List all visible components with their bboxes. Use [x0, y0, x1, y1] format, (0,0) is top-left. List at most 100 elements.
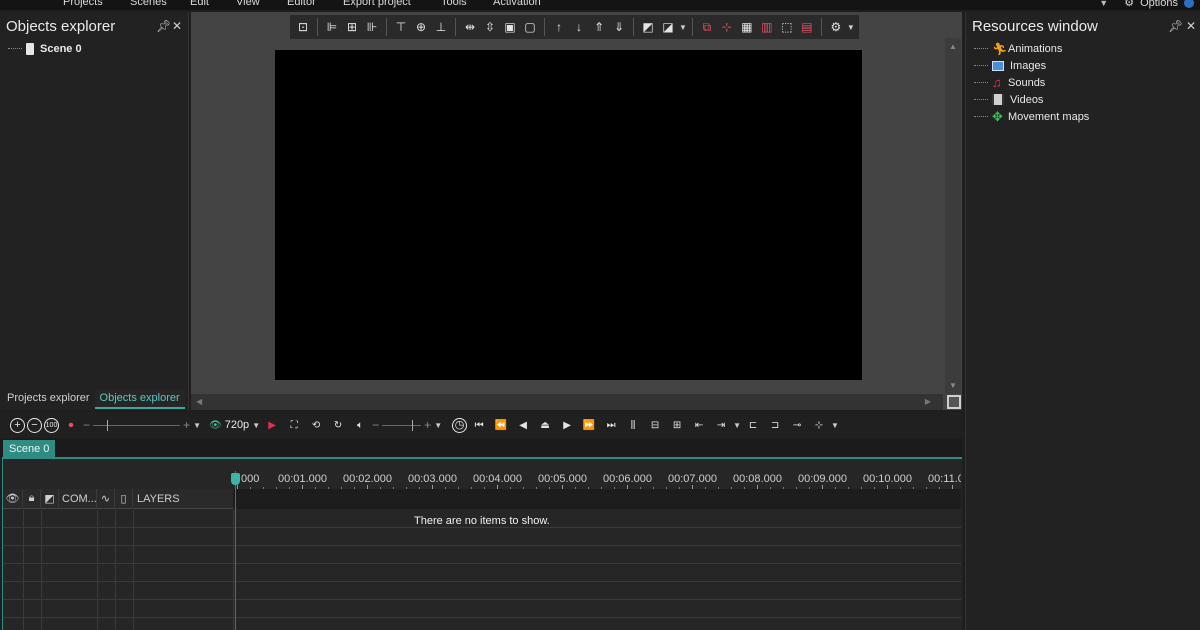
record-icon[interactable]: ⏺ — [61, 415, 81, 435]
menu-view[interactable]: View — [236, 0, 260, 8]
dropdown-icon[interactable]: ▼ — [831, 421, 839, 430]
time-ruler[interactable]: 000 00:01.000 00:02.000 00:03.000 00:04.000 0… — [233, 469, 961, 491]
align-bottom-icon[interactable]: ⊥ — [432, 18, 450, 36]
align-center-icon[interactable]: ⊞ — [343, 18, 361, 36]
rewind-icon[interactable]: ⏪ — [491, 415, 511, 435]
go-to-start-icon[interactable]: ⏮ — [469, 415, 489, 435]
slider-thumb[interactable] — [107, 419, 109, 431]
tree-item-animations[interactable]: 🏃︎ Animations — [974, 40, 1200, 57]
snap-objects-icon[interactable]: ⧉ — [698, 18, 716, 36]
scene-canvas[interactable] — [275, 50, 862, 380]
marker-in-icon[interactable]: ⇤ — [689, 415, 709, 435]
dropdown-icon[interactable]: ▼ — [1099, 0, 1108, 8]
add-icon[interactable]: + — [10, 417, 25, 433]
tree-item-sounds[interactable]: ♫ Sounds — [974, 74, 1200, 91]
menu-scenes[interactable]: Scenes — [130, 0, 167, 8]
split-icon[interactable]: ⫼ — [623, 415, 643, 435]
play-preview-icon[interactable]: ▶ — [262, 415, 282, 435]
horizontal-scrollbar[interactable]: ◀ ▶ — [191, 394, 943, 410]
expand-icon[interactable]: ⊹ — [809, 415, 829, 435]
trim-icon[interactable]: ⊟ — [645, 415, 665, 435]
same-width-icon[interactable]: ▣ — [501, 18, 519, 36]
dropdown-icon[interactable]: ▼ — [847, 23, 855, 32]
bounds-icon[interactable]: ⬚ — [778, 18, 796, 36]
com-header[interactable]: COM... — [59, 488, 97, 509]
gear-icon[interactable]: ⚙ — [827, 18, 845, 36]
stop-icon[interactable]: ⏏ — [535, 415, 555, 435]
lock-icon[interactable]: 🔒︎ — [23, 488, 41, 509]
volume-up-icon[interactable]: + — [424, 418, 431, 432]
grid-icon[interactable]: ▦ — [738, 18, 756, 36]
device-icon[interactable]: ▯ — [115, 488, 133, 509]
fast-forward-icon[interactable]: ⏩ — [579, 415, 599, 435]
guides-icon[interactable]: ▤ — [798, 18, 816, 36]
pin-icon[interactable]: 📌︎ — [156, 19, 171, 33]
send-backward-icon[interactable]: ↓ — [570, 18, 588, 36]
volume-down-icon[interactable]: − — [372, 418, 379, 432]
menu-editor[interactable]: Editor — [287, 0, 316, 8]
scroll-left-icon[interactable]: ◀ — [196, 397, 202, 406]
align-start-icon[interactable]: ⊏ — [743, 415, 763, 435]
scroll-right-icon[interactable]: ▶ — [925, 397, 931, 406]
layers-header[interactable]: LAYERS — [133, 489, 233, 509]
step-back-icon[interactable]: ◀ — [513, 415, 533, 435]
volume-slider[interactable]: − + ▼ — [372, 417, 442, 433]
clock-icon[interactable]: ◷ — [452, 417, 468, 433]
dropdown-icon[interactable]: ▼ — [434, 421, 442, 430]
loop-icon[interactable]: ⟲ — [306, 415, 326, 435]
align-right-icon[interactable]: ⊪ — [363, 18, 381, 36]
menu-projects[interactable]: Projects — [63, 0, 103, 8]
dropdown-icon[interactable]: ▼ — [252, 421, 260, 430]
tree-item-images[interactable]: Images — [974, 57, 1200, 74]
menu-export-project[interactable]: Export project — [343, 0, 411, 8]
tree-item-movement-maps[interactable]: ✥ Movement maps — [974, 108, 1200, 125]
distribute-horizontal-icon[interactable]: ⇹ — [461, 18, 479, 36]
tab-scene-0[interactable]: Scene 0 — [3, 440, 56, 457]
zoom-slider[interactable]: − + ▼ — [83, 417, 201, 433]
play-icon[interactable]: ▶ — [557, 415, 577, 435]
align-end-icon[interactable]: ⊐ — [765, 415, 785, 435]
pin-icon[interactable]: 📌︎ — [1168, 19, 1183, 33]
send-to-back-icon[interactable]: ⇓ — [610, 18, 628, 36]
menu-activation[interactable]: Activation — [493, 0, 541, 8]
align-top-icon[interactable]: ⊤ — [392, 18, 410, 36]
scroll-down-icon[interactable]: ▼ — [949, 381, 957, 390]
merge-icon[interactable]: ⊞ — [667, 415, 687, 435]
tree-item-videos[interactable]: Videos — [974, 91, 1200, 108]
options-menu[interactable]: ▼ ⚙ Options — [1099, 0, 1194, 9]
marker-out-icon[interactable]: ⇥ — [711, 415, 731, 435]
tab-projects-explorer[interactable]: Projects explorer — [2, 389, 95, 409]
replay-icon[interactable]: ↻ — [328, 415, 348, 435]
distribute-vertical-icon[interactable]: ⇳ — [481, 18, 499, 36]
vertical-scrollbar[interactable]: ▲ ▼ — [945, 38, 961, 394]
zoom-out-icon[interactable]: − — [83, 418, 90, 432]
close-icon[interactable]: ✕ — [1186, 19, 1196, 33]
align-middle-icon[interactable]: ⊕ — [412, 18, 430, 36]
volume-icon[interactable]: 🔈︎ — [350, 415, 370, 435]
same-size-icon[interactable]: ▢ — [521, 18, 539, 36]
zoom-100-icon[interactable]: 100 — [44, 417, 59, 433]
menu-edit[interactable]: Edit — [190, 0, 209, 8]
bring-to-front-icon[interactable]: ⇑ — [590, 18, 608, 36]
collapse-icon[interactable]: ⊸ — [787, 415, 807, 435]
snap-points-icon[interactable]: ⊹ — [718, 18, 736, 36]
shapes-icon[interactable]: ◩ — [41, 488, 59, 509]
ungroup-icon[interactable]: ◪ — [659, 18, 677, 36]
align-left-icon[interactable]: ⊫ — [323, 18, 341, 36]
playhead-handle[interactable] — [231, 473, 240, 485]
track-area[interactable] — [233, 489, 961, 509]
scroll-up-icon[interactable]: ▲ — [949, 42, 957, 51]
select-frame-icon[interactable]: ⊡ — [294, 18, 312, 36]
close-icon[interactable]: ✕ — [172, 19, 182, 33]
info-icon[interactable] — [1184, 0, 1194, 8]
group-icon[interactable]: ◩ — [639, 18, 657, 36]
tree-item-scene-0[interactable]: Scene 0 — [8, 40, 188, 57]
go-to-end-icon[interactable]: ⏭ — [601, 415, 621, 435]
dropdown-icon[interactable]: ▼ — [733, 421, 741, 430]
preview-resolution[interactable]: 👁︎ 720p ▼ — [209, 419, 260, 431]
slider-thumb[interactable] — [412, 419, 414, 431]
eye-icon[interactable]: 👁︎ — [3, 488, 23, 509]
tab-objects-explorer[interactable]: Objects explorer — [94, 389, 185, 409]
menu-tools[interactable]: Tools — [441, 0, 467, 8]
fit-view-icon[interactable] — [947, 395, 961, 409]
